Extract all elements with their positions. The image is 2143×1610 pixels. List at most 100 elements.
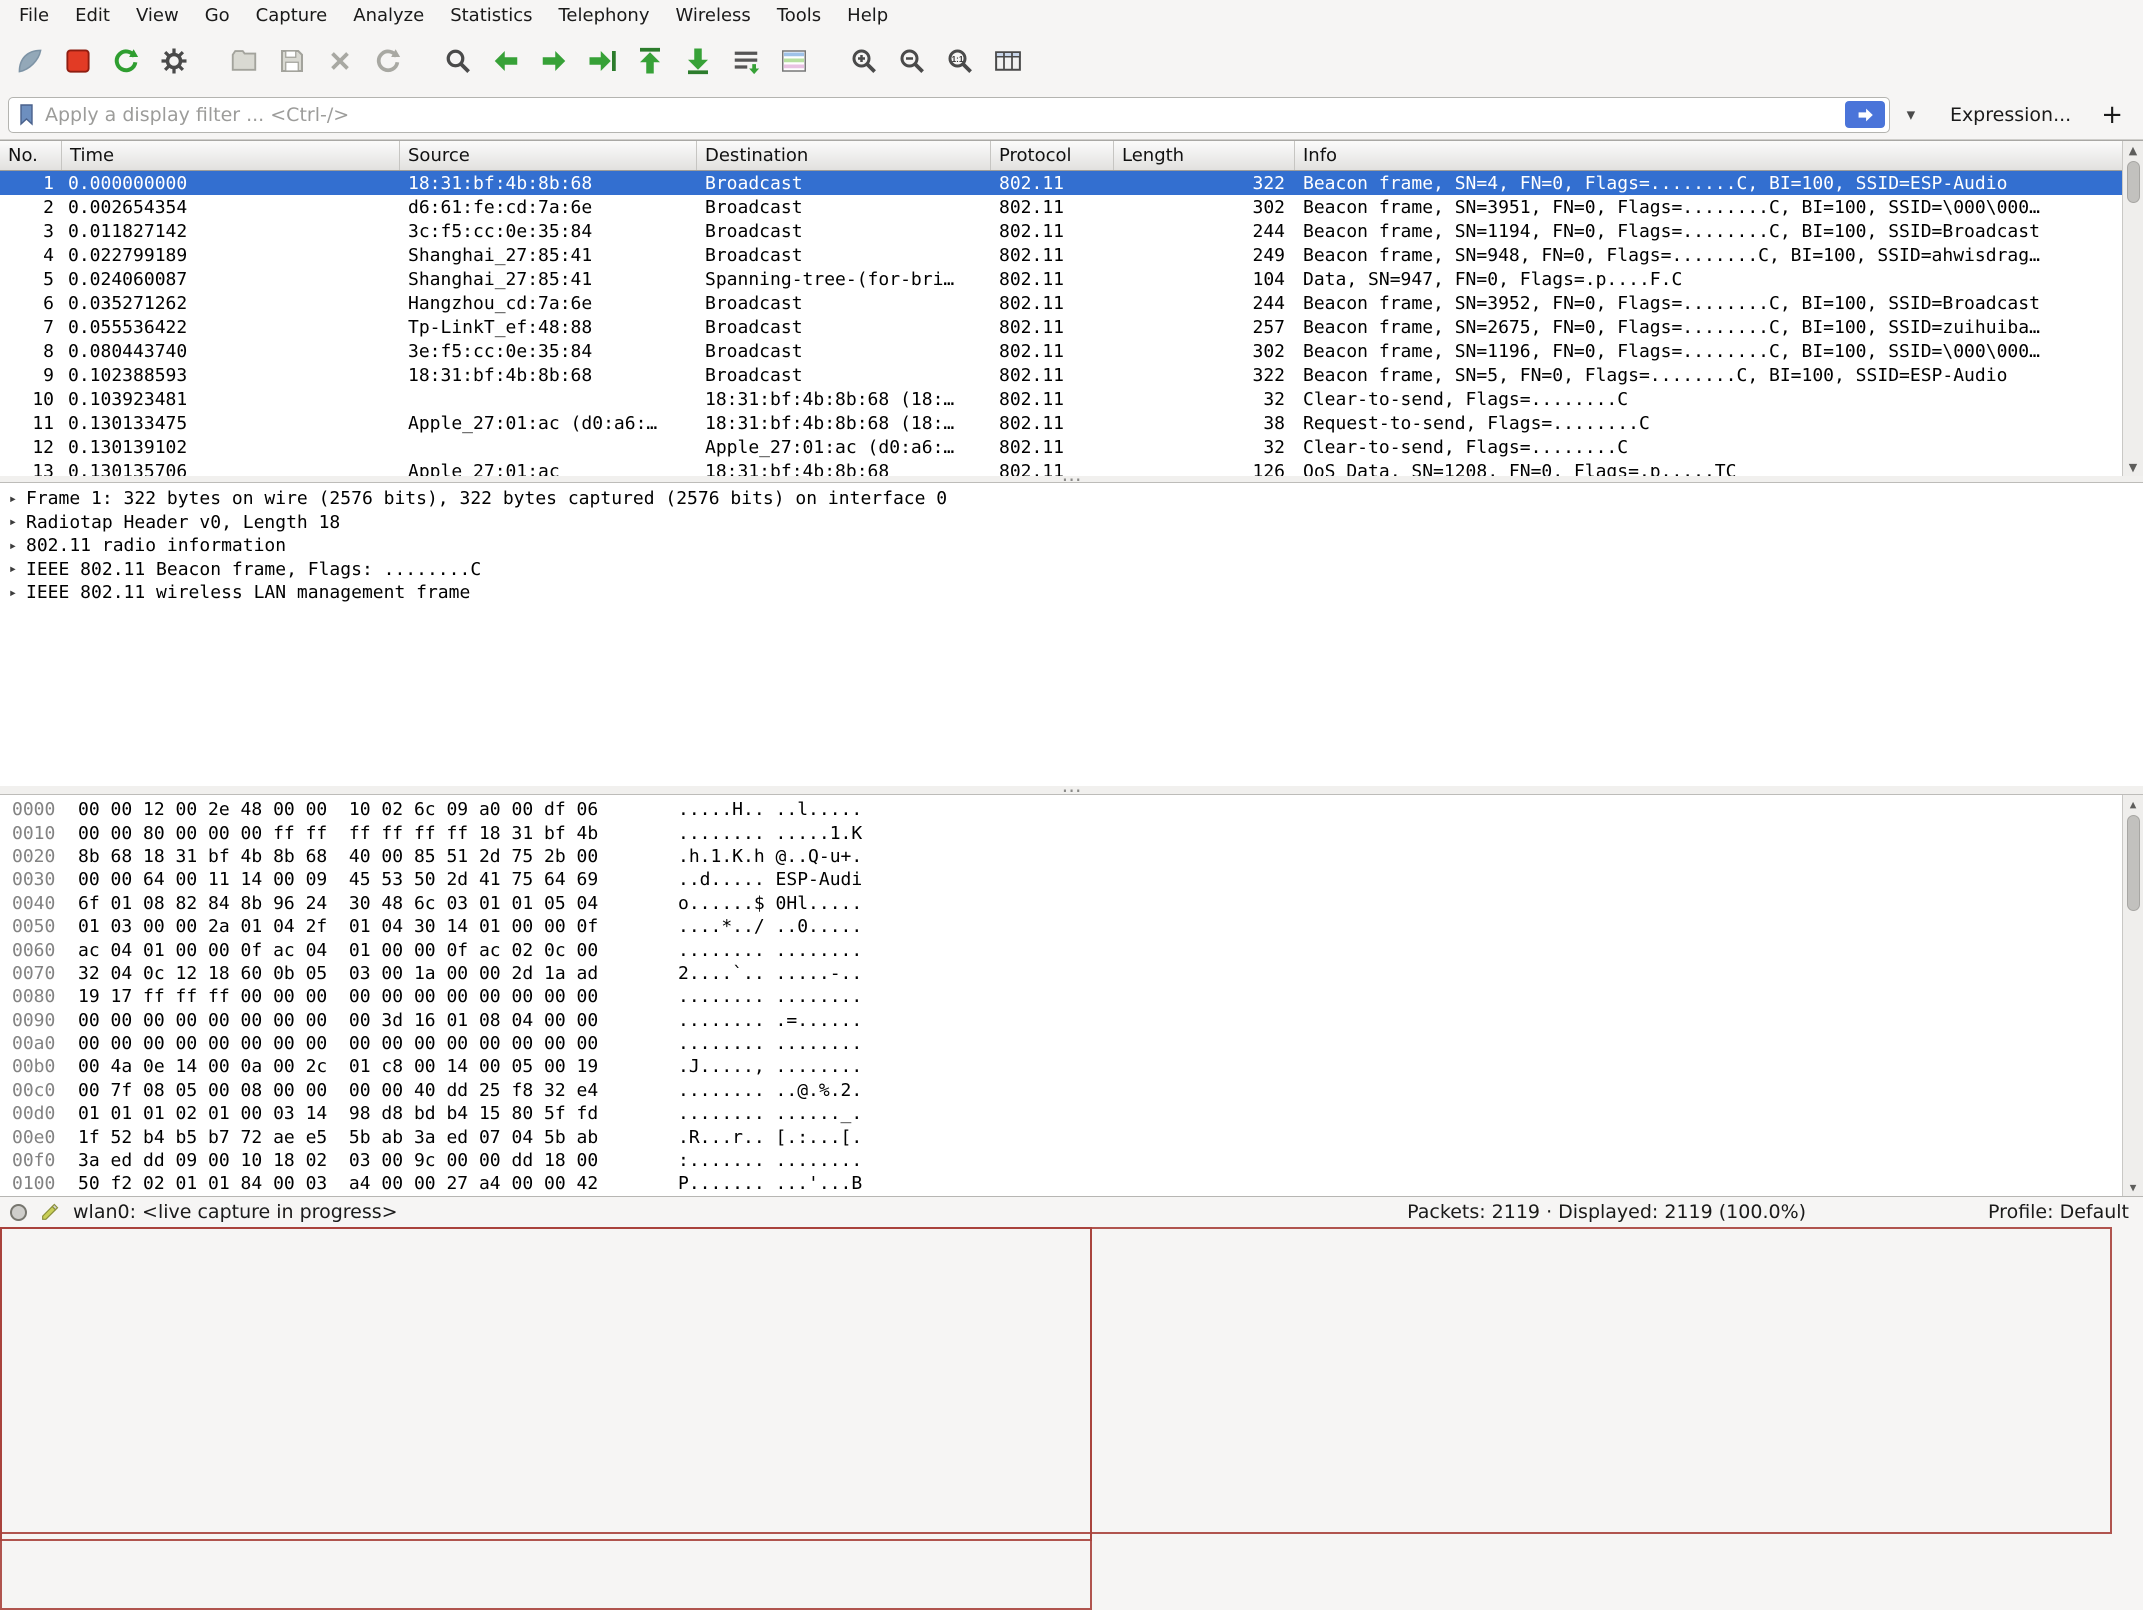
stop-capture-button[interactable] [56, 39, 100, 83]
resize-columns-button[interactable] [986, 39, 1030, 83]
menu-item[interactable]: Analyze [340, 2, 437, 29]
hex-row[interactable]: 00c0 00 7f 08 05 00 08 00 00 00 00 40 dd… [0, 1079, 2143, 1102]
column-header[interactable]: No. [0, 141, 62, 170]
column-header[interactable]: Time [62, 141, 400, 170]
zoom-original-button[interactable]: 1:1 [938, 39, 982, 83]
column-header[interactable]: Destination [697, 141, 991, 170]
restart-capture-button[interactable] [104, 39, 148, 83]
menu-item[interactable]: Capture [243, 2, 341, 29]
hex-row[interactable]: 00f0 3a ed dd 09 00 10 18 02 03 00 9c 00… [0, 1149, 2143, 1172]
detail-tree-row[interactable]: ▸ Radiotap Header v0, Length 18 [0, 511, 2143, 535]
hex-row[interactable]: 0010 00 00 80 00 00 00 ff ff ff ff ff ff… [0, 821, 2143, 844]
expander-icon[interactable]: ▸ [0, 585, 26, 601]
packet-row[interactable]: 8 0.080443740 3e:f5:cc:0e:35:84 Broadcas… [0, 339, 2143, 363]
scroll-down-icon[interactable]: ▼ [2129, 458, 2137, 476]
expression-button[interactable]: Expression... [1932, 104, 2083, 126]
packet-row[interactable]: 12 0.130139102 Apple_27:01:ac (d0:a6:… 8… [0, 435, 2143, 459]
capture-options-button[interactable] [152, 39, 196, 83]
packet-row[interactable]: 1 0.000000000 18:31:bf:4b:8b:68 Broadcas… [0, 171, 2143, 195]
zoom-out-icon [897, 46, 927, 76]
reload-file-button[interactable] [366, 39, 410, 83]
cell-info: Request-to-send, Flags=........C [1295, 413, 2143, 434]
zoom-out-button[interactable] [890, 39, 934, 83]
menu-item[interactable]: Wireless [662, 2, 763, 29]
open-file-button[interactable] [222, 39, 266, 83]
close-file-button[interactable] [318, 39, 362, 83]
auto-scroll-button[interactable] [724, 39, 768, 83]
hex-row[interactable]: 0100 50 f2 02 01 01 84 00 03 a4 00 00 27… [0, 1172, 2143, 1195]
detail-tree-row[interactable]: ▸ 802.11 radio information [0, 534, 2143, 558]
expander-icon[interactable]: ▸ [0, 491, 26, 507]
menu-item[interactable]: View [123, 2, 192, 29]
column-header[interactable]: Protocol [991, 141, 1114, 170]
packet-row[interactable]: 7 0.055536422 Tp-LinkT_ef:48:88 Broadcas… [0, 315, 2143, 339]
cell-protocol: 802.11 [991, 341, 1114, 362]
save-file-button[interactable] [270, 39, 314, 83]
packet-row[interactable]: 13 0.130135706 Apple_27:01:ac 18:31:bf:4… [0, 459, 2143, 476]
hex-pane-scrollbar[interactable]: ▲ ▼ [2122, 795, 2143, 1196]
expander-icon[interactable]: ▸ [0, 514, 26, 530]
pane-splitter-bottom[interactable]: ⋯ [0, 786, 2143, 794]
hex-row[interactable]: 00b0 00 4a 0e 14 00 0a 00 2c 01 c8 00 14… [0, 1055, 2143, 1078]
detail-tree-row[interactable]: ▸ IEEE 802.11 Beacon frame, Flags: .....… [0, 558, 2143, 582]
expert-info-icon[interactable] [10, 1204, 27, 1221]
scroll-up-icon[interactable]: ▲ [2129, 141, 2137, 159]
go-last-packet-button[interactable] [676, 39, 720, 83]
hex-row[interactable]: 0050 01 03 00 00 2a 01 04 2f 01 04 30 14… [0, 915, 2143, 938]
scroll-up-icon[interactable]: ▲ [2130, 795, 2137, 813]
start-capture-button[interactable] [8, 39, 52, 83]
menu-item[interactable]: File [6, 2, 62, 29]
packet-row[interactable]: 3 0.011827142 3c:f5:cc:0e:35:84 Broadcas… [0, 219, 2143, 243]
expander-icon[interactable]: ▸ [0, 561, 26, 577]
go-forward-button[interactable] [532, 39, 576, 83]
cell-destination: Broadcast [697, 365, 991, 386]
hex-row[interactable]: 0020 8b 68 18 31 bf 4b 8b 68 40 00 85 51… [0, 845, 2143, 868]
filter-add-button[interactable]: + [2091, 100, 2133, 130]
go-first-packet-button[interactable] [628, 39, 672, 83]
hex-row[interactable]: 0040 6f 01 08 82 84 8b 96 24 30 48 6c 03… [0, 892, 2143, 915]
column-header[interactable]: Info [1295, 141, 2143, 170]
filter-dropdown-chevron[interactable]: ▾ [1898, 105, 1924, 125]
column-header[interactable]: Source [400, 141, 697, 170]
packet-row[interactable]: 2 0.002654354 d6:61:fe:cd:7a:6e Broadcas… [0, 195, 2143, 219]
hex-row[interactable]: 0060 ac 04 01 00 00 0f ac 04 01 00 00 0f… [0, 938, 2143, 961]
packet-row[interactable]: 10 0.103923481 18:31:bf:4b:8b:68 (18:… 8… [0, 387, 2143, 411]
packet-row[interactable]: 5 0.024060087 Shanghai_27:85:41 Spanning… [0, 267, 2143, 291]
packet-row[interactable]: 4 0.022799189 Shanghai_27:85:41 Broadcas… [0, 243, 2143, 267]
hex-row[interactable]: 0030 00 00 64 00 11 14 00 09 45 53 50 2d… [0, 868, 2143, 891]
detail-tree-row[interactable]: ▸ IEEE 802.11 wireless LAN management fr… [0, 581, 2143, 605]
packet-row[interactable]: 11 0.130133475 Apple_27:01:ac (d0:a6:… 1… [0, 411, 2143, 435]
menu-item[interactable]: Go [192, 2, 243, 29]
menu-item[interactable]: Help [834, 2, 901, 29]
hex-row[interactable]: 00e0 1f 52 b4 b5 b7 72 ae e5 5b ab 3a ed… [0, 1125, 2143, 1148]
hex-row[interactable]: 0080 19 17 ff ff ff 00 00 00 00 00 00 00… [0, 985, 2143, 1008]
scrollbar-thumb[interactable] [2127, 161, 2140, 203]
scroll-down-icon[interactable]: ▼ [2130, 1178, 2137, 1196]
menu-item[interactable]: Telephony [545, 2, 662, 29]
capture-file-properties-icon[interactable] [39, 1201, 61, 1223]
filter-apply-button[interactable] [1845, 101, 1885, 128]
packet-row[interactable]: 6 0.035271262 Hangzhou_cd:7a:6e Broadcas… [0, 291, 2143, 315]
scrollbar-thumb[interactable] [2127, 815, 2140, 911]
colorize-packets-button[interactable] [772, 39, 816, 83]
detail-tree-row[interactable]: ▸ Frame 1: 322 bytes on wire (2576 bits)… [0, 487, 2143, 511]
menu-item[interactable]: Statistics [437, 2, 545, 29]
go-to-packet-button[interactable] [580, 39, 624, 83]
packet-row[interactable]: 9 0.102388593 18:31:bf:4b:8b:68 Broadcas… [0, 363, 2143, 387]
find-packet-button[interactable] [436, 39, 480, 83]
hex-row[interactable]: 00d0 01 01 01 02 01 00 03 14 98 d8 bd b4… [0, 1102, 2143, 1125]
packet-list-scrollbar[interactable]: ▲ ▼ [2122, 141, 2143, 476]
hex-row[interactable]: 0000 00 00 12 00 2e 48 00 00 10 02 6c 09… [0, 798, 2143, 821]
column-header[interactable]: Length [1114, 141, 1295, 170]
zoom-in-button[interactable] [842, 39, 886, 83]
go-back-button[interactable] [484, 39, 528, 83]
hex-row[interactable]: 00a0 00 00 00 00 00 00 00 00 00 00 00 00… [0, 1032, 2143, 1055]
profile-text[interactable]: Profile: Default [1988, 1201, 2129, 1223]
hex-row[interactable]: 0070 32 04 0c 12 18 60 0b 05 03 00 1a 00… [0, 962, 2143, 985]
display-filter-input[interactable] [45, 104, 1837, 126]
expander-icon[interactable]: ▸ [0, 538, 26, 554]
menu-item[interactable]: Edit [62, 2, 123, 29]
filter-bookmark-icon[interactable] [17, 103, 37, 127]
menu-item[interactable]: Tools [764, 2, 834, 29]
hex-row[interactable]: 0090 00 00 00 00 00 00 00 00 00 3d 16 01… [0, 1009, 2143, 1032]
